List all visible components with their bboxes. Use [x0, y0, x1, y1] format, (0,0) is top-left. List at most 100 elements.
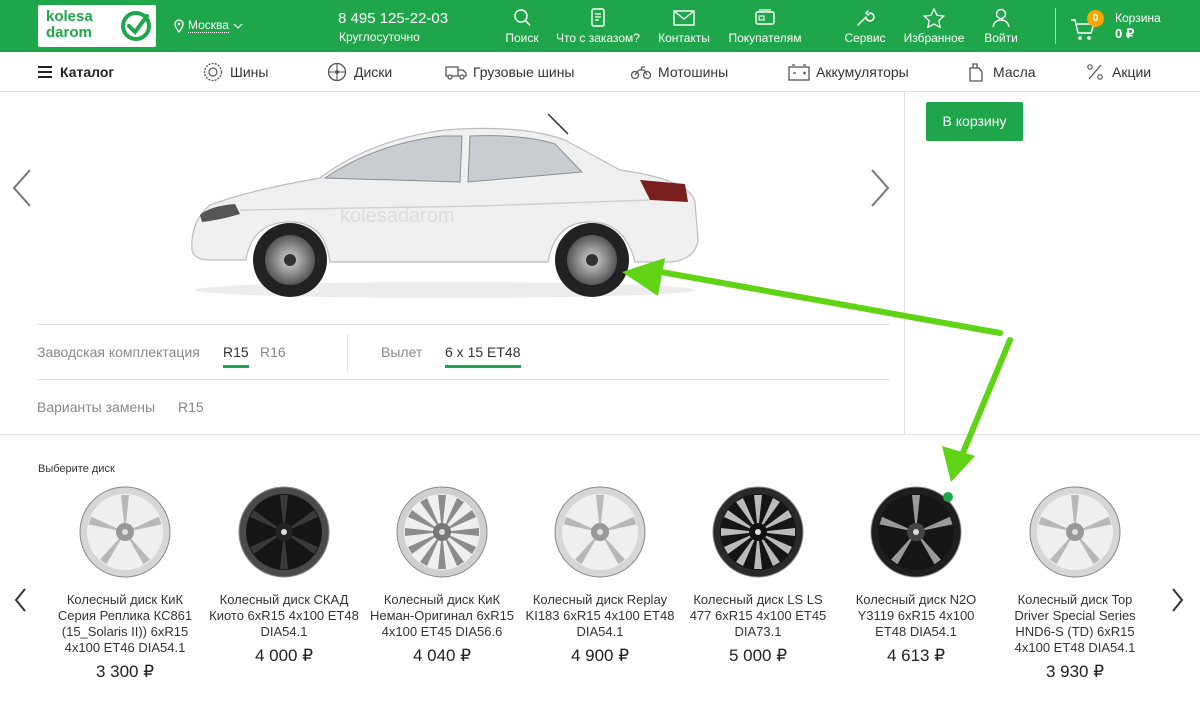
cart-button[interactable]: 0 Корзина 0 ₽	[1070, 10, 1190, 44]
category-label: Шины	[230, 64, 269, 80]
preview-next-arrow-icon[interactable]	[868, 168, 892, 208]
category-oils[interactable]: Масла	[965, 62, 1036, 82]
category-promotions[interactable]: Акции	[1084, 62, 1151, 82]
wheel-price: 5 000 ₽	[728, 646, 788, 665]
nav-label: Контакты	[658, 31, 710, 45]
nav-favorites[interactable]: Избранное	[901, 8, 967, 45]
factory-config-label: Заводская комплектация	[37, 344, 200, 360]
nav-login[interactable]: Войти	[980, 8, 1022, 45]
wheel-card[interactable]: Колесный диск КиК Серия Реплика КС861 (1…	[50, 485, 200, 682]
category-label: Диски	[354, 64, 393, 80]
wheel-card[interactable]: Колесный диск КиК Неман-Оригинал 6xR15 4…	[367, 485, 517, 666]
wheel-price: 4 000 ₽	[254, 646, 314, 665]
category-batteries[interactable]: Аккумуляторы	[788, 62, 909, 82]
category-moto-tires[interactable]: Мотошины	[630, 62, 728, 82]
search-icon	[514, 9, 531, 27]
mail-icon	[673, 10, 695, 26]
catalog-menu-button[interactable]: Каталог	[38, 64, 114, 80]
wheel-image	[79, 486, 171, 578]
card-icon	[755, 9, 775, 25]
logo-text-bottom: darom	[46, 24, 92, 41]
wheel-price: 3 300 ₽	[95, 662, 155, 681]
wheel-name[interactable]: Колесный диск КиК Серия Реплика КС861 (1…	[50, 592, 200, 656]
nav-label: Что с заказом?	[556, 31, 640, 45]
city-name: Москва	[188, 18, 229, 33]
offset-label: Вылет	[381, 344, 423, 360]
wheel-image	[712, 486, 804, 578]
wheel-name[interactable]: Колесный диск N2O Y3119 6xR15 4x100 ET48…	[841, 592, 991, 640]
category-wheels[interactable]: Диски	[326, 62, 392, 82]
carousel-prev-arrow-icon[interactable]	[10, 585, 30, 615]
offset-option-label: 6 x 15 ET48	[445, 344, 521, 360]
category-label: Аккумуляторы	[816, 64, 909, 80]
catalog-bar: Каталог Шины Диски Грузовые шины Мотошин…	[0, 52, 1200, 92]
selected-indicator-dot	[943, 492, 953, 502]
checkmark-logo-icon	[121, 11, 151, 41]
size-option-r16[interactable]: R16	[260, 344, 286, 360]
category-truck-tires[interactable]: Грузовые шины	[445, 62, 575, 82]
section-divider	[0, 434, 1200, 435]
wheel-card[interactable]: Колесный диск Replay KI183 6xR15 4x100 E…	[525, 485, 675, 666]
replacement-option-r15[interactable]: R15	[178, 399, 204, 415]
nav-order-status[interactable]: Что с заказом?	[553, 8, 643, 45]
nav-label: Избранное	[903, 31, 965, 45]
battery-icon	[788, 64, 810, 81]
star-icon	[923, 8, 945, 28]
user-icon	[992, 8, 1010, 28]
category-label: Мотошины	[658, 64, 729, 80]
wheel-image	[554, 486, 646, 578]
wheel-price: 3 930 ₽	[1045, 662, 1105, 681]
wheel-card[interactable]: Колесный диск LS LS 477 6xR15 4x100 ET45…	[683, 485, 833, 666]
wheel-name[interactable]: Колесный диск Replay KI183 6xR15 4x100 E…	[525, 592, 675, 640]
wheel-image	[1029, 486, 1121, 578]
nav-label: Войти	[984, 31, 1018, 45]
category-label: Масла	[993, 64, 1036, 80]
percent-icon	[1087, 64, 1103, 80]
category-label: Грузовые шины	[473, 64, 575, 80]
add-to-cart-button[interactable]: В корзину	[926, 102, 1023, 141]
preview-prev-arrow-icon[interactable]	[10, 168, 34, 208]
wheel-name[interactable]: Колесный диск СКАД Киото 6xR15 4x100 ET4…	[209, 592, 359, 640]
city-selector[interactable]: Москва	[174, 18, 243, 33]
wrench-icon	[857, 10, 875, 26]
nav-label: Покупателям	[728, 31, 802, 45]
wheel-card[interactable]: Колесный диск Top Driver Special Series …	[1000, 485, 1150, 682]
wheel-name[interactable]: Колесный диск LS LS 477 6xR15 4x100 ET45…	[683, 592, 833, 640]
wheel-name[interactable]: Колесный диск КиК Неман-Оригинал 6xR15 4…	[367, 592, 517, 640]
offset-option[interactable]: 6 x 15 ET48	[445, 344, 521, 368]
wheel-card[interactable]: Колесный диск N2O Y3119 6xR15 4x100 ET48…	[841, 485, 991, 666]
selected-underline	[445, 365, 521, 368]
car-preview-panel: kolesadarom Заводская комплектация R15 R…	[0, 92, 905, 435]
nav-service[interactable]: Сервис	[842, 8, 888, 45]
wheel-price: 4 900 ₽	[570, 646, 630, 665]
cart-label: Корзина	[1115, 11, 1161, 25]
nav-label: Поиск	[505, 31, 539, 45]
wheel-icon	[327, 62, 347, 82]
header-divider	[1055, 8, 1056, 44]
category-tires[interactable]: Шины	[202, 62, 268, 82]
logo-text-top: kolesa	[46, 8, 93, 25]
replacement-label: Варианты замены	[37, 399, 156, 415]
choose-wheel-heading: Выберите диск	[38, 463, 115, 475]
wheel-image	[238, 486, 330, 578]
location-pin-icon	[174, 18, 184, 33]
site-logo[interactable]: kolesa darom	[38, 5, 156, 47]
phone-number[interactable]: 8 495 125-22-03	[338, 10, 448, 27]
selected-underline	[223, 365, 249, 368]
options-divider-top	[37, 324, 890, 325]
hamburger-icon	[38, 66, 52, 78]
cart-count-badge: 0	[1087, 10, 1104, 27]
nav-contacts[interactable]: Контакты	[653, 8, 715, 45]
tire-icon	[203, 62, 223, 82]
top-header: kolesa darom Москва 8 495 125-22-03 Круг…	[0, 0, 1200, 52]
nav-customers[interactable]: Покупателям	[725, 8, 805, 45]
wheel-card[interactable]: Колесный диск СКАД Киото 6xR15 4x100 ET4…	[209, 485, 359, 666]
wheel-price: 4 613 ₽	[886, 646, 946, 665]
carousel-next-arrow-icon[interactable]	[1168, 585, 1188, 615]
size-option-r15[interactable]: R15	[223, 344, 249, 368]
nav-search[interactable]: Поиск	[502, 8, 542, 45]
working-hours: Круглосуточно	[339, 30, 420, 44]
category-label: Акции	[1112, 64, 1152, 80]
wheel-name[interactable]: Колесный диск Top Driver Special Series …	[1000, 592, 1150, 656]
car-image: kolesadarom	[191, 113, 699, 298]
